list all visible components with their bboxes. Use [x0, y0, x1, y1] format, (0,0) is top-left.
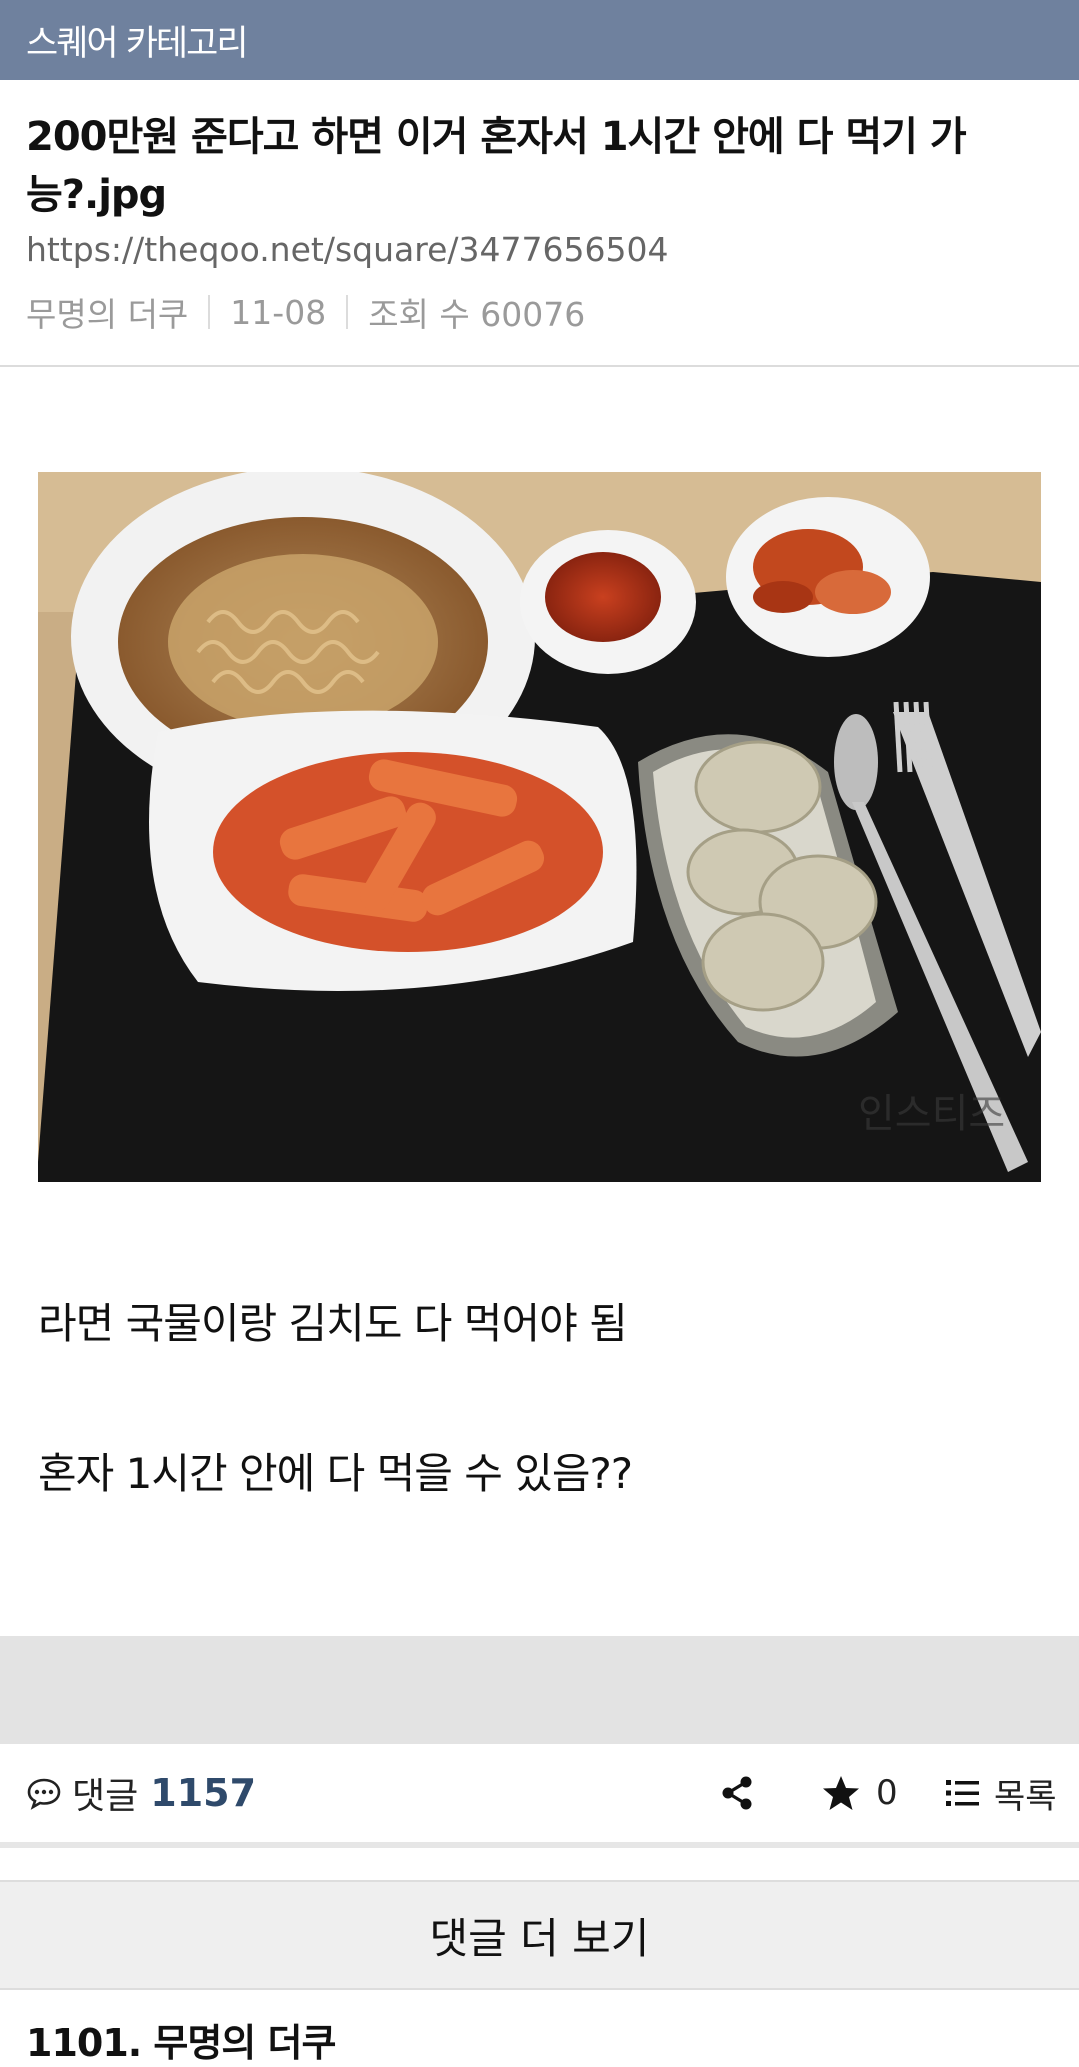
- star-icon: [823, 1776, 859, 1810]
- speech-bubble-icon: [27, 1778, 61, 1810]
- share-button[interactable]: [720, 1744, 754, 1842]
- category-bar[interactable]: 스퀘어 카테고리: [0, 0, 1079, 80]
- star-count: 0: [876, 1773, 898, 1813]
- list-icon: [946, 1780, 979, 1806]
- more-comments-label: 댓글 더 보기: [429, 1913, 650, 1963]
- post-url[interactable]: https://theqoo.net/square/3477656504: [26, 230, 668, 269]
- comment-count: 1157: [150, 1771, 257, 1815]
- comment-count-button[interactable]: 댓글 1157: [26, 1744, 256, 1842]
- list-button[interactable]: 목록: [946, 1744, 1057, 1842]
- more-comments-button[interactable]: 댓글 더 보기: [0, 1880, 1079, 1990]
- category-label: 스퀘어 카테고리: [26, 23, 249, 64]
- view-count: 조회 수 60076: [368, 295, 586, 334]
- content-divider-band: [0, 1636, 1079, 1744]
- meta-divider: [208, 295, 211, 329]
- list-label: 목록: [994, 1776, 1057, 1817]
- next-comment-header: 1101. 무명의 더쿠: [26, 2021, 336, 2065]
- post-title: 200만원 준다고 하면 이거 혼자서 1시간 안에 다 먹기 가능?.jpg: [26, 114, 967, 218]
- author-name: 무명의 더쿠: [26, 295, 189, 334]
- post-date: 11-08: [230, 292, 327, 332]
- share-icon: [722, 1776, 752, 1810]
- post-action-bar: 댓글 1157 0 목록: [0, 1744, 1079, 1848]
- star-button[interactable]: 0: [822, 1744, 898, 1842]
- watermark-text: 인스티즈: [858, 1092, 1005, 1136]
- body-line-2: 혼자 1시간 안에 다 먹을 수 있음??: [38, 1449, 633, 1498]
- meta-divider: [346, 295, 349, 329]
- post-image-food-tray[interactable]: 인스티즈: [38, 467, 1041, 1182]
- comment-label: 댓글: [72, 1776, 139, 1817]
- body-line-1: 라면 국물이랑 김치도 다 먹어야 됨: [38, 1299, 628, 1348]
- food-photo-illustration: 인스티즈: [38, 467, 1041, 1182]
- post-meta: 무명의 더쿠 11-08 조회 수 60076: [26, 288, 585, 336]
- post-header: 200만원 준다고 하면 이거 혼자서 1시간 안에 다 먹기 가능?.jpg …: [0, 80, 1079, 367]
